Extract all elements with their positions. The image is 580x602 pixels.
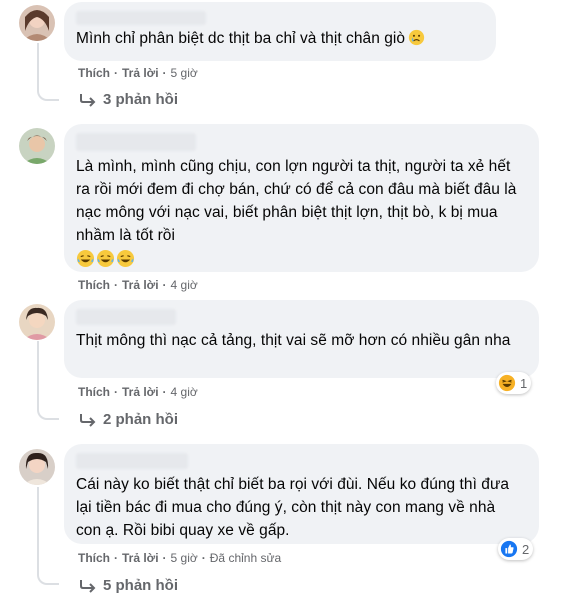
comment-text: Là mình, mình cũng chịu, con lợn người t… <box>76 158 517 244</box>
thread-line <box>37 341 39 409</box>
comment-actions: Thích · Trả lời · 4 giờ <box>78 385 198 399</box>
avatar[interactable] <box>19 128 55 164</box>
haha-reaction-icon <box>498 374 516 392</box>
like-link[interactable]: Thích <box>78 551 110 565</box>
thread-curve <box>37 87 59 101</box>
timestamp[interactable]: 4 giờ <box>171 385 198 399</box>
avatar[interactable] <box>19 449 55 485</box>
thread-curve <box>37 571 59 585</box>
like-link[interactable]: Thích <box>78 385 110 399</box>
avatar[interactable] <box>19 304 55 340</box>
reply-arrow-icon <box>80 93 96 107</box>
reaction-count[interactable]: 1 <box>496 372 532 394</box>
view-replies-link[interactable]: 2 phản hồi <box>79 411 178 428</box>
comment-bubble: Cái này ko biết thật chỉ biết ba rọi với… <box>64 444 539 544</box>
like-reaction-icon <box>500 540 518 558</box>
crying-face-emoji <box>408 29 425 46</box>
view-replies-link[interactable]: 3 phản hồi <box>79 91 178 108</box>
reply-link[interactable]: Trả lời <box>122 385 159 399</box>
comment-actions: Thích · Trả lời · 5 giờ <box>78 66 198 80</box>
thread-curve <box>37 406 59 420</box>
comment-text: Cái này ko biết thật chỉ biết ba rọi với… <box>76 476 510 539</box>
comment-text: Thịt mông thì nạc cả tảng, thịt vai sẽ m… <box>76 332 511 349</box>
reply-link[interactable]: Trả lời <box>122 278 159 292</box>
edited-label: Đã chỉnh sửa <box>209 551 282 565</box>
reply-arrow-icon <box>80 579 96 593</box>
timestamp[interactable]: 4 giờ <box>171 278 198 292</box>
emoji-row <box>76 249 527 269</box>
reply-link[interactable]: Trả lời <box>122 66 159 80</box>
reaction-count-value: 1 <box>520 375 528 391</box>
comment-actions: Thích · Trả lời · 4 giờ <box>78 278 198 292</box>
comment-bubble: Là mình, mình cũng chịu, con lợn người t… <box>64 124 539 272</box>
reaction-count-value: 2 <box>522 541 530 557</box>
blurred-author-name <box>76 453 188 469</box>
like-link[interactable]: Thích <box>78 278 110 292</box>
comment-actions: Thích · Trả lời · 5 giờ · Đã chỉnh sửa <box>78 551 282 565</box>
comment-text: Mình chỉ phân biệt dc thịt ba chỉ và thị… <box>76 27 484 50</box>
comment-bubble: Mình chỉ phân biệt dc thịt ba chỉ và thị… <box>64 2 496 61</box>
reply-link[interactable]: Trả lời <box>122 551 159 565</box>
blurred-author-name <box>76 133 196 151</box>
replies-count: 3 phản hồi <box>103 91 178 108</box>
blurred-author-name <box>76 11 206 25</box>
thread-line <box>37 487 39 573</box>
replies-count: 5 phản hồi <box>103 577 178 594</box>
laughing-tears-emoji <box>96 249 115 268</box>
laughing-tears-emoji <box>116 249 135 268</box>
comment-bubble: Thịt mông thì nạc cả tảng, thịt vai sẽ m… <box>64 300 539 378</box>
reaction-count[interactable]: 2 <box>498 538 534 560</box>
avatar[interactable] <box>19 5 55 41</box>
laughing-tears-emoji <box>76 249 95 268</box>
like-link[interactable]: Thích <box>78 66 110 80</box>
timestamp[interactable]: 5 giờ <box>171 551 198 565</box>
reply-arrow-icon <box>80 413 96 427</box>
view-replies-link[interactable]: 5 phản hồi <box>79 577 178 594</box>
timestamp[interactable]: 5 giờ <box>171 66 198 80</box>
thread-line <box>37 43 39 91</box>
replies-count: 2 phản hồi <box>103 411 178 428</box>
blurred-author-name <box>76 309 176 325</box>
